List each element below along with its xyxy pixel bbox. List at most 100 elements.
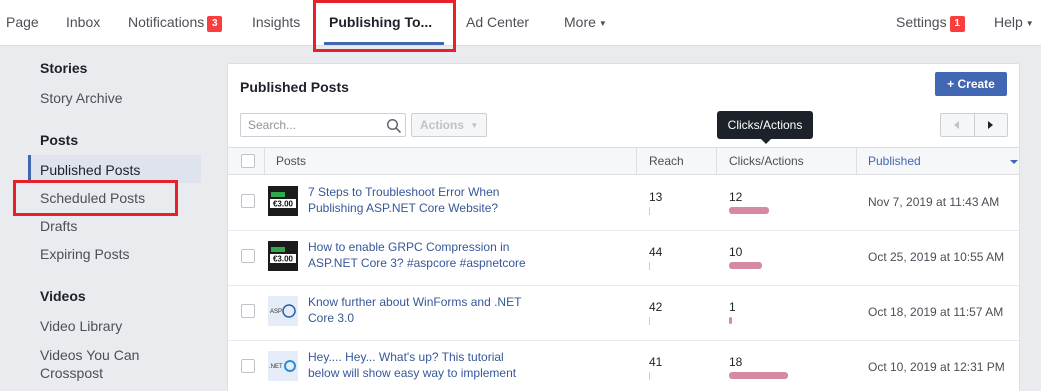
post-thumbnail[interactable]: €3.00: [268, 186, 298, 216]
table-row: €3.00 How to enable GRPC Compression in …: [228, 231, 1019, 286]
table-row: .NET Hey.... Hey... What's up? This tuto…: [228, 341, 1019, 391]
reach-bar: [649, 317, 650, 325]
post-title-line2: Publishing ASP.NET Core Website?: [308, 201, 499, 215]
nav-more-label: More: [564, 14, 596, 30]
column-header-reach[interactable]: Reach: [649, 148, 684, 175]
post-title-link[interactable]: Know further about WinForms and .NET Cor…: [308, 294, 528, 326]
post-thumbnail[interactable]: €3.00: [268, 241, 298, 271]
plus-icon: +: [947, 77, 958, 91]
notifications-badge: 3: [207, 16, 223, 32]
chevron-right-icon: [988, 121, 993, 129]
publishing-tools-highlight: [313, 0, 456, 52]
nav-insights[interactable]: Insights: [252, 0, 300, 46]
sidebar-item-drafts[interactable]: Drafts: [40, 218, 77, 234]
thumbnail-text: €3.00: [273, 255, 294, 264]
post-title-line2: ASP.NET Core 3? #aspcore #aspnetcore: [308, 256, 526, 270]
chevron-left-icon: [954, 121, 959, 129]
nav-more[interactable]: More ▼: [564, 0, 607, 46]
thumbnail-text: ASP: [270, 309, 282, 315]
clicks-value: 10: [729, 245, 743, 259]
post-title-line1: Know further about WinForms and .NET: [308, 295, 522, 309]
nav-notifications[interactable]: Notifications 3: [128, 0, 223, 46]
clicks-value: 12: [729, 190, 743, 204]
pagination: [940, 113, 1008, 137]
column-header-posts[interactable]: Posts: [276, 148, 306, 175]
nav-ad-center-label: Ad Center: [466, 14, 530, 30]
nav-settings[interactable]: Settings 1: [896, 0, 965, 46]
nav-page[interactable]: Page: [6, 0, 39, 46]
thumbnail-text: €3.00: [273, 200, 294, 209]
column-separator: [716, 148, 717, 175]
reach-value: 42: [649, 300, 663, 314]
thumbnail-text: .NET: [269, 364, 283, 370]
actions-dropdown-label: Actions: [420, 118, 465, 132]
sidebar-item-expiring-posts[interactable]: Expiring Posts: [40, 246, 129, 262]
reach-value: 41: [649, 355, 663, 369]
post-title-link[interactable]: Hey.... Hey... What's up? This tutorial …: [308, 349, 528, 381]
column-header-clicks-actions[interactable]: Clicks/Actions: [729, 148, 804, 175]
row-checkbox[interactable]: [241, 249, 255, 263]
nav-help-label: Help: [994, 14, 1023, 30]
search-icon[interactable]: [386, 118, 402, 134]
sidebar-item-story-archive[interactable]: Story Archive: [40, 90, 122, 106]
actions-dropdown[interactable]: Actions ▼: [411, 113, 487, 137]
post-title-line1: 7 Steps to Troubleshoot Error When: [308, 185, 500, 199]
nav-help[interactable]: Help ▼: [994, 0, 1034, 46]
table-row: ASP Know further about WinForms and .NET…: [228, 286, 1019, 341]
column-separator: [636, 148, 637, 175]
chevron-down-icon: ▼: [470, 121, 479, 130]
clicks-bar: [729, 207, 769, 214]
column-separator: [856, 148, 857, 175]
table-row: €3.00 7 Steps to Troubleshoot Error When…: [228, 176, 1019, 231]
next-page-button[interactable]: [975, 114, 1007, 136]
clicks-actions-tooltip: Clicks/Actions: [717, 111, 813, 144]
scheduled-posts-highlight: [13, 180, 178, 216]
sidebar-item-videos-crosspost-line1: Videos You Can: [40, 347, 140, 363]
search-input[interactable]: [241, 114, 381, 136]
sidebar: Stories Story Archive Posts Published Po…: [0, 47, 210, 391]
sidebar-item-video-library[interactable]: Video Library: [40, 318, 122, 334]
column-header-published[interactable]: Published: [868, 148, 921, 175]
clicks-value: 18: [729, 355, 743, 369]
row-checkbox[interactable]: [241, 304, 255, 318]
post-title-line1: Hey.... Hey... What's up? This tutorial: [308, 350, 504, 364]
clicks-bar: [729, 317, 732, 324]
reach-bar: [649, 372, 650, 380]
reach-value: 13: [649, 190, 663, 204]
sidebar-item-videos-crosspost-line2: Crosspost: [40, 365, 104, 381]
nav-inbox[interactable]: Inbox: [66, 0, 100, 46]
published-date: Nov 7, 2019 at 11:43 AM: [868, 195, 1000, 209]
sidebar-item-published-posts[interactable]: Published Posts: [40, 162, 140, 178]
create-button[interactable]: + Create: [935, 72, 1007, 96]
reach-bar: [649, 262, 650, 270]
select-all-checkbox[interactable]: [241, 154, 255, 168]
create-button-label: Create: [957, 77, 995, 91]
sidebar-item-videos-crosspost[interactable]: Videos You Can Crosspost: [40, 346, 139, 382]
post-title-link[interactable]: 7 Steps to Troubleshoot Error When Publi…: [308, 184, 528, 216]
clicks-bar: [729, 372, 788, 379]
table-header: Posts Reach Clicks/Actions Published: [228, 147, 1019, 175]
published-date: Oct 18, 2019 at 11:57 AM: [868, 305, 1004, 319]
sidebar-heading-posts: Posts: [40, 132, 79, 148]
nav-ad-center[interactable]: Ad Center: [466, 0, 529, 46]
settings-badge: 1: [949, 16, 965, 32]
tooltip-text: Clicks/Actions: [727, 118, 803, 132]
nav-insights-label: Insights: [252, 14, 301, 30]
post-thumbnail[interactable]: .NET: [268, 351, 298, 381]
row-checkbox[interactable]: [241, 359, 255, 373]
post-title-line2: below will show easy way to implement: [308, 366, 517, 380]
sort-descending-icon: [1010, 160, 1018, 164]
sidebar-heading-videos: Videos: [40, 288, 86, 304]
reach-value: 44: [649, 245, 663, 259]
previous-page-button[interactable]: [941, 114, 975, 136]
post-title-link[interactable]: How to enable GRPC Compression in ASP.NE…: [308, 239, 528, 271]
row-checkbox[interactable]: [241, 194, 255, 208]
sidebar-heading-stories: Stories: [40, 60, 88, 76]
top-navigation: Page Inbox Notifications 3 Insights Publi…: [0, 0, 1041, 46]
nav-notifications-label: Notifications: [128, 14, 205, 30]
panel-title: Published Posts: [240, 79, 349, 95]
published-posts-panel: Published Posts + Create Actions ▼ Click…: [227, 63, 1020, 391]
nav-page-label: Page: [6, 14, 39, 30]
post-thumbnail[interactable]: ASP: [268, 296, 298, 326]
clicks-bar: [729, 262, 762, 269]
